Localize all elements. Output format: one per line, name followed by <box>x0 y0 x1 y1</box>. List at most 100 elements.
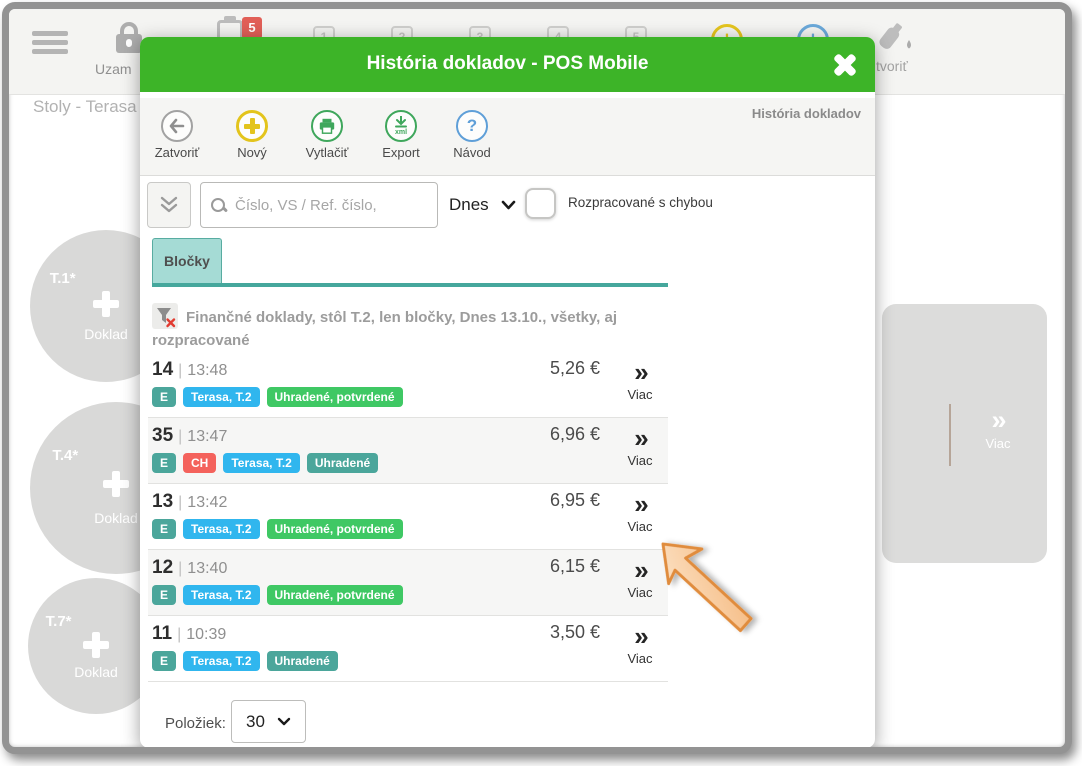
table-name: T.7* <box>46 613 72 630</box>
error-filter-label: Rozpracované s chybou <box>568 195 713 210</box>
status-badge: Terasa, T.2 <box>183 519 259 539</box>
document-price: 3,50 € <box>550 622 600 643</box>
double-chevron-right-icon: » <box>634 423 645 453</box>
document-price: 6,15 € <box>550 556 600 577</box>
document-row: 14|13:48 E Terasa, T.2 Uhradené, potvrdené 5… <box>148 352 668 418</box>
badge-row: E CH Terasa, T.2 Uhradené <box>152 453 378 473</box>
more-label: Viac <box>614 585 666 600</box>
status-badge: Uhradené, potvrdené <box>267 585 403 605</box>
document-price: 6,95 € <box>550 490 600 511</box>
status-badge: CH <box>183 453 216 473</box>
chevron-down-icon <box>277 717 291 726</box>
search-input[interactable] <box>235 197 427 214</box>
error-filter-checkbox[interactable] <box>525 188 556 219</box>
search-box <box>200 182 438 228</box>
context-label: História dokladov <box>752 106 861 121</box>
modal-header: História dokladov - POS Mobile <box>140 37 875 92</box>
modal-title: História dokladov - POS Mobile <box>140 53 875 75</box>
status-badge: E <box>152 519 176 539</box>
items-per-page-select[interactable]: 30 <box>231 700 306 743</box>
more-label: Viac <box>614 519 666 534</box>
more-button[interactable]: »Viac <box>614 492 666 534</box>
more-button[interactable]: »Viac <box>614 558 666 600</box>
help-button[interactable]: ? Návod <box>439 110 505 160</box>
screenshot: Uzam 5 12345 + + tvoriť Stoly - Terasa T… <box>0 0 1082 766</box>
status-badge: Uhradené <box>307 453 378 473</box>
status-badge: Terasa, T.2 <box>183 651 259 671</box>
double-chevron-right-icon: » <box>634 489 645 519</box>
document-price: 5,26 € <box>550 358 600 379</box>
items-per-page-value: 30 <box>246 712 265 732</box>
tab-underline <box>152 283 668 287</box>
open-bottle-icon[interactable] <box>878 22 918 56</box>
document-number-time: 14|13:48 <box>152 359 227 381</box>
period-value: Dnes <box>449 195 489 215</box>
filter-summary-text: Finančné doklady, stôl T.2, len bločky, … <box>152 309 617 349</box>
table-name: T.1* <box>50 270 76 287</box>
close-icon[interactable] <box>831 51 859 79</box>
close-button[interactable]: Zatvoriť <box>144 110 210 160</box>
filter-clear-icon[interactable] <box>152 303 178 329</box>
status-badge: Terasa, T.2 <box>183 585 259 605</box>
double-chevron-down-icon <box>159 196 179 214</box>
expand-filters-button[interactable] <box>147 182 191 228</box>
tab-blocky[interactable]: Bločky <box>152 238 222 284</box>
status-badge: E <box>152 651 176 671</box>
export-xml-icon: xml <box>385 110 417 142</box>
double-chevron-right-icon: » <box>634 555 645 585</box>
double-chevron-right-icon: » <box>970 406 1026 434</box>
status-badge: Uhradené, potvrdené <box>267 519 403 539</box>
document-number-time: 35|13:47 <box>152 425 227 447</box>
question-icon: ? <box>456 110 488 142</box>
more-button[interactable]: »Viac <box>614 426 666 468</box>
more-label: Viac <box>614 651 666 666</box>
table-name: T.4* <box>52 447 78 464</box>
plus-icon <box>93 291 119 317</box>
document-row: 11|10:39 E Terasa, T.2 Uhradené 3,50 € »Viac <box>148 616 668 682</box>
filter-summary: Finančné doklady, stôl T.2, len bločky, … <box>152 303 657 352</box>
side-panel: » Viac <box>882 304 1047 563</box>
window-frame: Uzam 5 12345 + + tvoriť Stoly - Terasa T… <box>2 2 1072 754</box>
lock-label: Uzam <box>95 61 132 77</box>
badge-row: E Terasa, T.2 Uhradené, potvrdené <box>152 387 403 407</box>
modal-toolbar: Zatvoriť Nový Vytlačiť xml Expo <box>140 98 875 176</box>
plus-icon <box>83 632 109 658</box>
double-chevron-right-icon: » <box>634 357 645 387</box>
printer-icon <box>311 110 343 142</box>
status-badge: Terasa, T.2 <box>223 453 299 473</box>
side-more-button[interactable]: » Viac <box>970 406 1026 451</box>
plus-icon <box>236 110 268 142</box>
status-badge: Uhradené <box>267 651 338 671</box>
chevron-down-icon <box>501 200 516 210</box>
status-badge: Uhradené, potvrdené <box>267 387 403 407</box>
document-number-time: 11|10:39 <box>152 623 226 645</box>
more-button[interactable]: »Viac <box>614 360 666 402</box>
double-chevron-right-icon: » <box>634 621 645 651</box>
period-select[interactable]: Dnes <box>443 182 522 228</box>
document-number-time: 12|13:40 <box>152 557 227 579</box>
status-badge: Terasa, T.2 <box>183 387 259 407</box>
open-label: tvoriť <box>876 58 908 74</box>
status-badge: E <box>152 387 176 407</box>
document-row: 12|13:40 E Terasa, T.2 Uhradené, potvrdené 6… <box>148 550 668 616</box>
back-arrow-icon <box>161 110 193 142</box>
export-button[interactable]: xml Export <box>368 110 434 160</box>
new-button[interactable]: Nový <box>219 110 285 160</box>
document-number-time: 13|13:42 <box>152 491 227 513</box>
badge-row: E Terasa, T.2 Uhradené, potvrdené <box>152 519 403 539</box>
side-more-label: Viac <box>970 436 1026 451</box>
document-price: 6,96 € <box>550 424 600 445</box>
more-button[interactable]: »Viac <box>614 624 666 666</box>
plus-icon <box>103 471 129 497</box>
status-badge: E <box>152 453 176 473</box>
document-row: 13|13:42 E Terasa, T.2 Uhradené, potvrdené 6… <box>148 484 668 550</box>
more-label: Viac <box>614 387 666 402</box>
print-button[interactable]: Vytlačiť <box>294 110 360 160</box>
tables-area: T.1*DokladT.4*DokladT.7*DokladT.10 <box>2 110 140 754</box>
history-modal: História dokladov - POS Mobile Zatvoriť … <box>140 37 875 748</box>
items-per-page-label: Položiek: <box>165 715 226 732</box>
more-label: Viac <box>614 453 666 468</box>
search-icon <box>211 198 226 213</box>
divider <box>949 404 951 466</box>
status-badge: E <box>152 585 176 605</box>
